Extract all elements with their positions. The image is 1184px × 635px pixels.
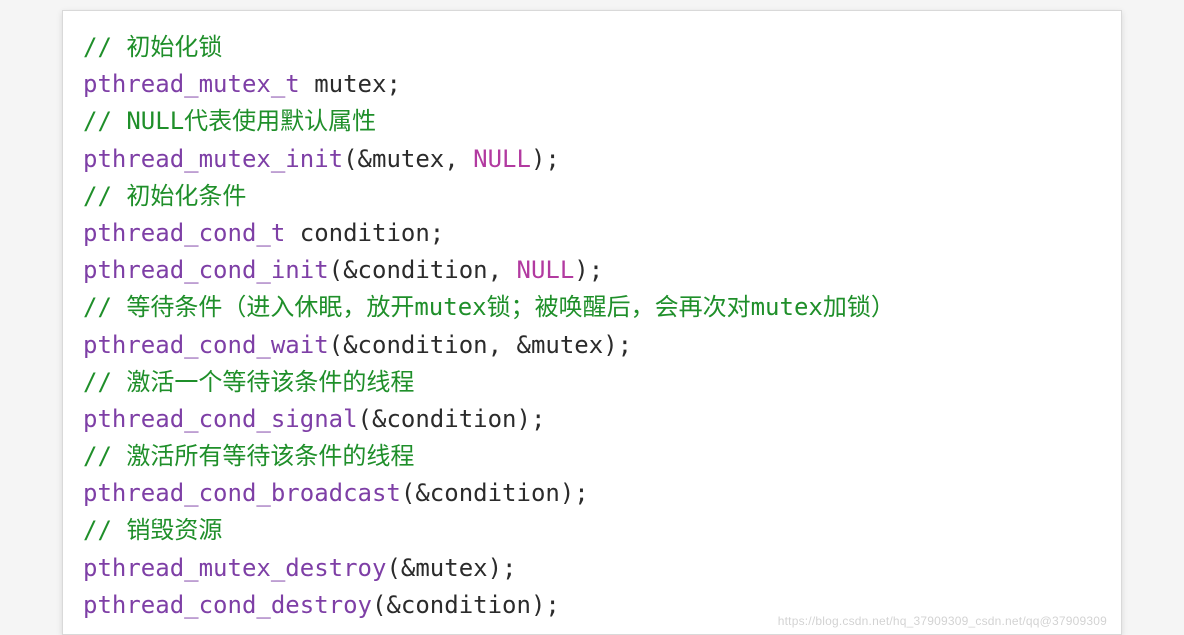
code-token: , xyxy=(488,256,517,284)
code-line: // 初始化条件 xyxy=(83,182,246,210)
code-token: pthread_cond_t xyxy=(83,219,285,247)
code-token: pthread_cond_signal xyxy=(83,405,358,433)
code-token: // 销毁资源 xyxy=(83,516,222,544)
code-token: pthread_cond_broadcast xyxy=(83,479,401,507)
code-token: condition xyxy=(430,479,560,507)
code-token: condition xyxy=(358,256,488,284)
code-line: pthread_cond_init(&condition, NULL); xyxy=(83,256,603,284)
code-token: ); xyxy=(531,145,560,173)
code-token: condition xyxy=(386,405,516,433)
code-token: (& xyxy=(401,479,430,507)
code-token: condition xyxy=(358,331,488,359)
code-token: pthread_cond_destroy xyxy=(83,591,372,619)
code-token: ); xyxy=(488,554,517,582)
code-line: pthread_cond_destroy(&condition); xyxy=(83,591,560,619)
code-token: // 等待条件（进入休眠，放开mutex锁；被唤醒后，会再次对mutex加锁） xyxy=(83,293,895,321)
code-token: NULL xyxy=(473,145,531,173)
code-line: // NULL代表使用默认属性 xyxy=(83,107,376,135)
code-line: // 激活一个等待该条件的线程 xyxy=(83,368,414,396)
code-block: // 初始化锁 pthread_mutex_t mutex; // NULL代表… xyxy=(83,29,1101,624)
code-token: mutex xyxy=(372,145,444,173)
code-line: pthread_cond_wait(&condition, &mutex); xyxy=(83,331,632,359)
code-token: pthread_mutex_t xyxy=(83,70,300,98)
code-token: // 初始化锁 xyxy=(83,33,222,61)
code-token: pthread_mutex_destroy xyxy=(83,554,386,582)
code-line: pthread_mutex_init(&mutex, NULL); xyxy=(83,145,560,173)
code-line: pthread_cond_signal(&condition); xyxy=(83,405,545,433)
code-token: // 激活所有等待该条件的线程 xyxy=(83,442,414,470)
code-token: ); xyxy=(603,331,632,359)
code-token: pthread_cond_init xyxy=(83,256,329,284)
code-token: , xyxy=(444,145,473,173)
code-token: // 激活一个等待该条件的线程 xyxy=(83,368,414,396)
code-token: mutex xyxy=(415,554,487,582)
code-token: (& xyxy=(358,405,387,433)
code-token: ; xyxy=(386,70,400,98)
code-token: (& xyxy=(329,331,358,359)
code-snippet-frame: // 初始化锁 pthread_mutex_t mutex; // NULL代表… xyxy=(62,10,1122,635)
code-line: // 初始化锁 xyxy=(83,33,222,61)
code-line: pthread_cond_t condition; xyxy=(83,219,444,247)
code-token: (& xyxy=(386,554,415,582)
code-line: pthread_mutex_destroy(&mutex); xyxy=(83,554,517,582)
code-token: (& xyxy=(343,145,372,173)
code-line: // 激活所有等待该条件的线程 xyxy=(83,442,414,470)
code-token: // 初始化条件 xyxy=(83,182,246,210)
code-token: ); xyxy=(517,405,546,433)
code-token: mutex xyxy=(531,331,603,359)
code-line: // 销毁资源 xyxy=(83,516,222,544)
code-line: pthread_mutex_t mutex; xyxy=(83,70,401,98)
code-token: , & xyxy=(488,331,531,359)
code-line: // 等待条件（进入休眠，放开mutex锁；被唤醒后，会再次对mutex加锁） xyxy=(83,293,895,321)
code-token: ); xyxy=(531,591,560,619)
code-token: pthread_cond_wait xyxy=(83,331,329,359)
code-token: condition xyxy=(401,591,531,619)
code-token: ); xyxy=(560,479,589,507)
code-token: mutex xyxy=(300,70,387,98)
code-token: condition xyxy=(285,219,430,247)
code-token: ; xyxy=(430,219,444,247)
code-token: pthread_mutex_init xyxy=(83,145,343,173)
code-line: pthread_cond_broadcast(&condition); xyxy=(83,479,589,507)
code-token: (& xyxy=(329,256,358,284)
code-token: (& xyxy=(372,591,401,619)
code-token: ); xyxy=(574,256,603,284)
code-token: // NULL代表使用默认属性 xyxy=(83,107,376,135)
code-token: NULL xyxy=(517,256,575,284)
